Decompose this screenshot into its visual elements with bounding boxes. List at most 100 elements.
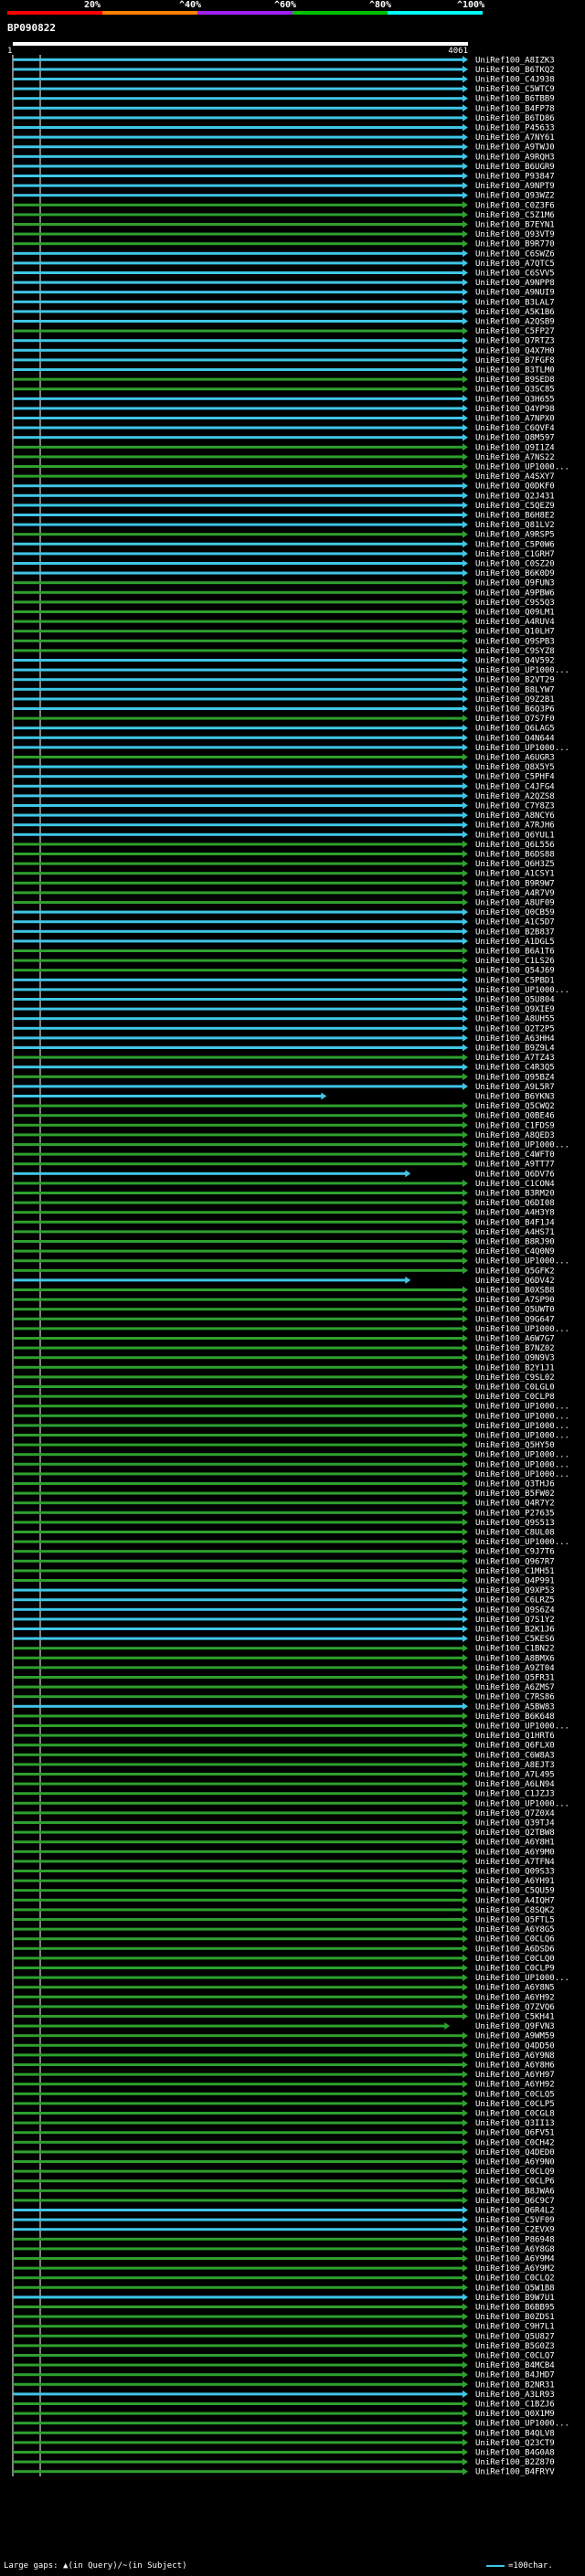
hit-bar[interactable] <box>13 1114 463 1118</box>
hit-label[interactable]: UniRef100_A9TWJ0 <box>475 143 555 153</box>
hit-label[interactable]: UniRef100_B6BB95 <box>475 2304 555 2313</box>
hit-label[interactable]: UniRef100_Q5W1B8 <box>475 2284 555 2293</box>
hit-bar[interactable] <box>13 1946 463 1950</box>
hit-bar[interactable] <box>13 678 463 682</box>
hit-bar[interactable] <box>13 1995 463 1998</box>
hit-bar[interactable] <box>13 998 463 1001</box>
hit-label[interactable]: UniRef100_A1DGL5 <box>475 938 555 947</box>
hit-bar[interactable] <box>13 2102 463 2105</box>
hit-bar[interactable] <box>13 736 463 739</box>
hit-bar[interactable] <box>13 1317 463 1320</box>
hit-label[interactable]: UniRef100_C8UL08 <box>475 1529 555 1538</box>
hit-label[interactable]: UniRef100_A9TT77 <box>475 1161 555 1170</box>
hit-bar[interactable] <box>13 436 463 440</box>
hit-label[interactable]: UniRef100_C4R3Q5 <box>475 1064 555 1073</box>
hit-label[interactable]: UniRef100_Q9FUN3 <box>475 579 555 588</box>
hit-bar[interactable] <box>13 474 463 478</box>
hit-label[interactable]: UniRef100_A6Y8G8 <box>475 2245 555 2254</box>
hit-bar[interactable] <box>13 2112 463 2115</box>
hit-bar[interactable] <box>13 1046 463 1049</box>
hit-label[interactable]: UniRef100_Q9FVN3 <box>475 2022 555 2031</box>
hit-bar[interactable] <box>13 1152 463 1156</box>
hit-bar[interactable] <box>13 600 463 604</box>
hit-bar[interactable] <box>13 804 463 807</box>
hit-bar[interactable] <box>13 969 463 972</box>
hit-label[interactable]: UniRef100_C0CLQ0 <box>475 1955 555 1964</box>
hit-bar[interactable] <box>13 649 463 652</box>
hit-bar[interactable] <box>13 1753 463 1756</box>
hit-bar[interactable] <box>13 1782 463 1786</box>
hit-label[interactable]: UniRef100_C5PHF4 <box>475 773 555 782</box>
hit-label[interactable]: UniRef100_Q4V592 <box>475 657 555 666</box>
hit-bar[interactable] <box>13 223 463 226</box>
hit-label[interactable]: UniRef100_A4SXY7 <box>475 472 555 482</box>
hit-label[interactable]: UniRef100_B0ZDS1 <box>475 2313 555 2322</box>
hit-label[interactable]: UniRef100_A9RSP5 <box>475 531 555 540</box>
hit-label[interactable]: UniRef100_B3TLM0 <box>475 366 555 376</box>
hit-bar[interactable] <box>13 1704 463 1708</box>
hit-bar[interactable] <box>13 455 463 459</box>
hit-bar[interactable] <box>13 2160 463 2163</box>
hit-label[interactable]: UniRef100_Q09LM1 <box>475 609 555 618</box>
hit-bar[interactable] <box>13 2402 463 2405</box>
hit-label[interactable]: UniRef100_Q2J431 <box>475 492 555 501</box>
hit-bar[interactable] <box>13 1385 463 1388</box>
hit-bar[interactable] <box>13 2140 463 2144</box>
hit-bar[interactable] <box>13 949 463 952</box>
hit-bar[interactable] <box>13 1763 463 1766</box>
hit-bar[interactable] <box>13 2024 446 2028</box>
hit-bar[interactable] <box>13 1821 463 1824</box>
hit-label[interactable]: UniRef100_C4WFT0 <box>475 1150 555 1160</box>
hit-bar[interactable] <box>13 901 463 904</box>
hit-bar[interactable] <box>13 1327 463 1330</box>
hit-label[interactable]: UniRef100_C0CLQ5 <box>475 2090 555 2099</box>
hit-bar[interactable] <box>13 1540 463 1543</box>
hit-label[interactable]: UniRef100_C9H7L1 <box>475 2323 555 2332</box>
hit-bar[interactable] <box>13 1211 463 1214</box>
hit-label[interactable]: UniRef100_UP1000... <box>475 1451 569 1460</box>
hit-label[interactable]: UniRef100_C0CLP6 <box>475 2178 555 2187</box>
hit-label[interactable]: UniRef100_A8UH55 <box>475 1015 555 1024</box>
hit-label[interactable]: UniRef100_A6Y9M4 <box>475 2255 555 2264</box>
hit-label[interactable]: UniRef100_Q93VT9 <box>475 230 555 239</box>
hit-label[interactable]: UniRef100_Q0X1M9 <box>475 2410 555 2419</box>
hit-label[interactable]: UniRef100_A6Y9M2 <box>475 2264 555 2274</box>
hit-label[interactable]: UniRef100_B6K648 <box>475 1712 555 1722</box>
hit-label[interactable]: UniRef100_UP1000... <box>475 463 569 472</box>
hit-label[interactable]: UniRef100_A6W7G7 <box>475 1335 555 1344</box>
hit-label[interactable]: UniRef100_Q6FLX0 <box>475 1742 555 1751</box>
hit-bar[interactable] <box>13 726 463 730</box>
hit-bar[interactable] <box>13 1143 463 1146</box>
hit-bar[interactable] <box>13 1462 463 1466</box>
hit-bar[interactable] <box>13 2150 463 2154</box>
hit-label[interactable]: UniRef100_B6H8E2 <box>475 512 555 521</box>
hit-label[interactable]: UniRef100_B7FGF8 <box>475 356 555 366</box>
hit-bar[interactable] <box>13 1898 463 1902</box>
hit-label[interactable]: UniRef100_A4HS71 <box>475 1228 555 1237</box>
hit-bar[interactable] <box>13 164 463 168</box>
hit-label[interactable]: UniRef100_A6Y9M0 <box>475 1848 555 1857</box>
hit-label[interactable]: UniRef100_A8QED3 <box>475 1131 555 1140</box>
hit-label[interactable]: UniRef100_C5WTC9 <box>475 85 555 94</box>
hit-label[interactable]: UniRef100_Q5UWT0 <box>475 1306 555 1315</box>
hit-bar[interactable] <box>13 1889 463 1892</box>
hit-bar[interactable] <box>13 445 463 449</box>
hit-label[interactable]: UniRef100_Q10LH7 <box>475 628 555 637</box>
hit-label[interactable]: UniRef100_C5QEZ9 <box>475 502 555 511</box>
hit-bar[interactable] <box>13 542 463 546</box>
hit-label[interactable]: UniRef100_B6DS88 <box>475 851 555 860</box>
hit-label[interactable]: UniRef100_A6UGR3 <box>475 754 555 763</box>
hit-label[interactable]: UniRef100_UP1000... <box>475 1141 569 1150</box>
hit-label[interactable]: UniRef100_C5Z1M6 <box>475 211 555 220</box>
hit-bar[interactable] <box>13 1511 463 1514</box>
hit-bar[interactable] <box>13 310 463 313</box>
hit-bar[interactable] <box>13 1927 463 1931</box>
hit-bar[interactable] <box>13 2237 463 2241</box>
hit-bar[interactable] <box>13 2209 463 2211</box>
hit-bar[interactable] <box>13 716 463 720</box>
hit-label[interactable]: UniRef100_Q5GFK2 <box>475 1267 555 1276</box>
hit-bar[interactable] <box>13 87 463 90</box>
hit-label[interactable]: UniRef100_Q09S33 <box>475 1868 555 1877</box>
hit-label[interactable]: UniRef100_Q4DED0 <box>475 2148 555 2157</box>
hit-label[interactable]: UniRef100_UP1000... <box>475 1538 569 1547</box>
